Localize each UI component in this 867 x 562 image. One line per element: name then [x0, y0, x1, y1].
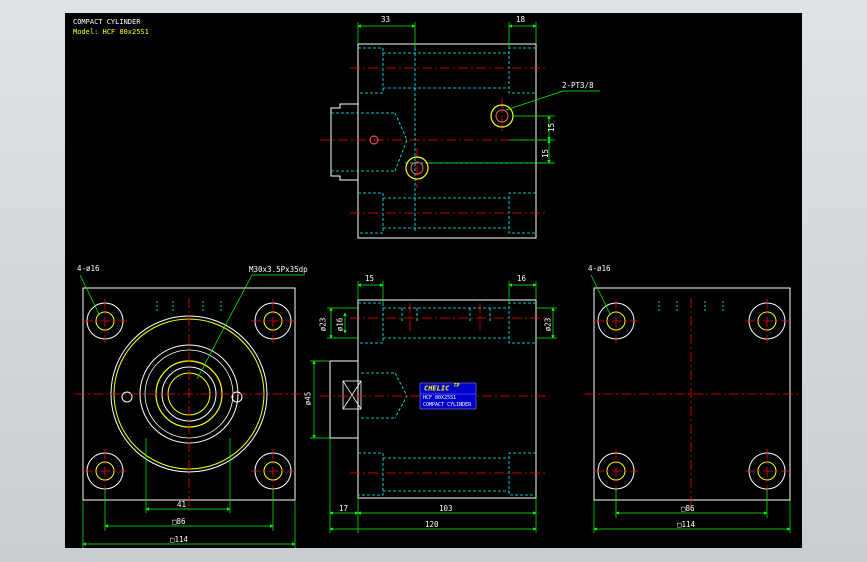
dim-side-17: 17: [339, 504, 349, 513]
dim-side-d23b: ø23: [543, 317, 553, 332]
dim-top-15b: 15: [541, 148, 551, 159]
top-view: [320, 22, 600, 239]
dim-side-d16: ø16: [335, 317, 345, 332]
dim-side-15: 15: [365, 274, 375, 283]
nameplate-brand: CHELIC TP: [424, 383, 460, 393]
callout-thread: M30x3.5Px35dp: [249, 265, 308, 274]
dim-back-86: □86: [681, 504, 695, 513]
drawing-canvas: [75, 22, 800, 548]
dim-top-18: 18: [516, 15, 526, 24]
callout-holes-right: 4-ø16: [588, 264, 611, 273]
dim-front-114: □114: [170, 535, 189, 544]
dim-top-15a: 15: [547, 122, 557, 133]
dim-front-41: 41: [177, 500, 187, 509]
dim-side-120: 120: [425, 520, 439, 529]
cad-viewport[interactable]: COMPACT CYLINDER Model: HCF 80x25S1 33 1…: [65, 13, 802, 548]
dim-front-86: □86: [172, 517, 186, 526]
front-view: [75, 274, 305, 548]
dim-back-114: □114: [677, 520, 696, 529]
callout-ports: 2-PT3/8: [562, 81, 594, 90]
dim-side-d23a: ø23: [318, 317, 328, 332]
dim-side-103: 103: [439, 504, 453, 513]
callout-holes-left: 4-ø16: [77, 264, 100, 273]
nameplate-model: HCF 80X25S1: [423, 395, 457, 401]
nameplate-desc: COMPACT CYLINDER: [423, 402, 472, 408]
dim-side-d45: ø45: [303, 391, 313, 406]
dim-top-33: 33: [381, 15, 391, 24]
back-view: [585, 274, 800, 533]
dim-side-16: 16: [517, 274, 527, 283]
